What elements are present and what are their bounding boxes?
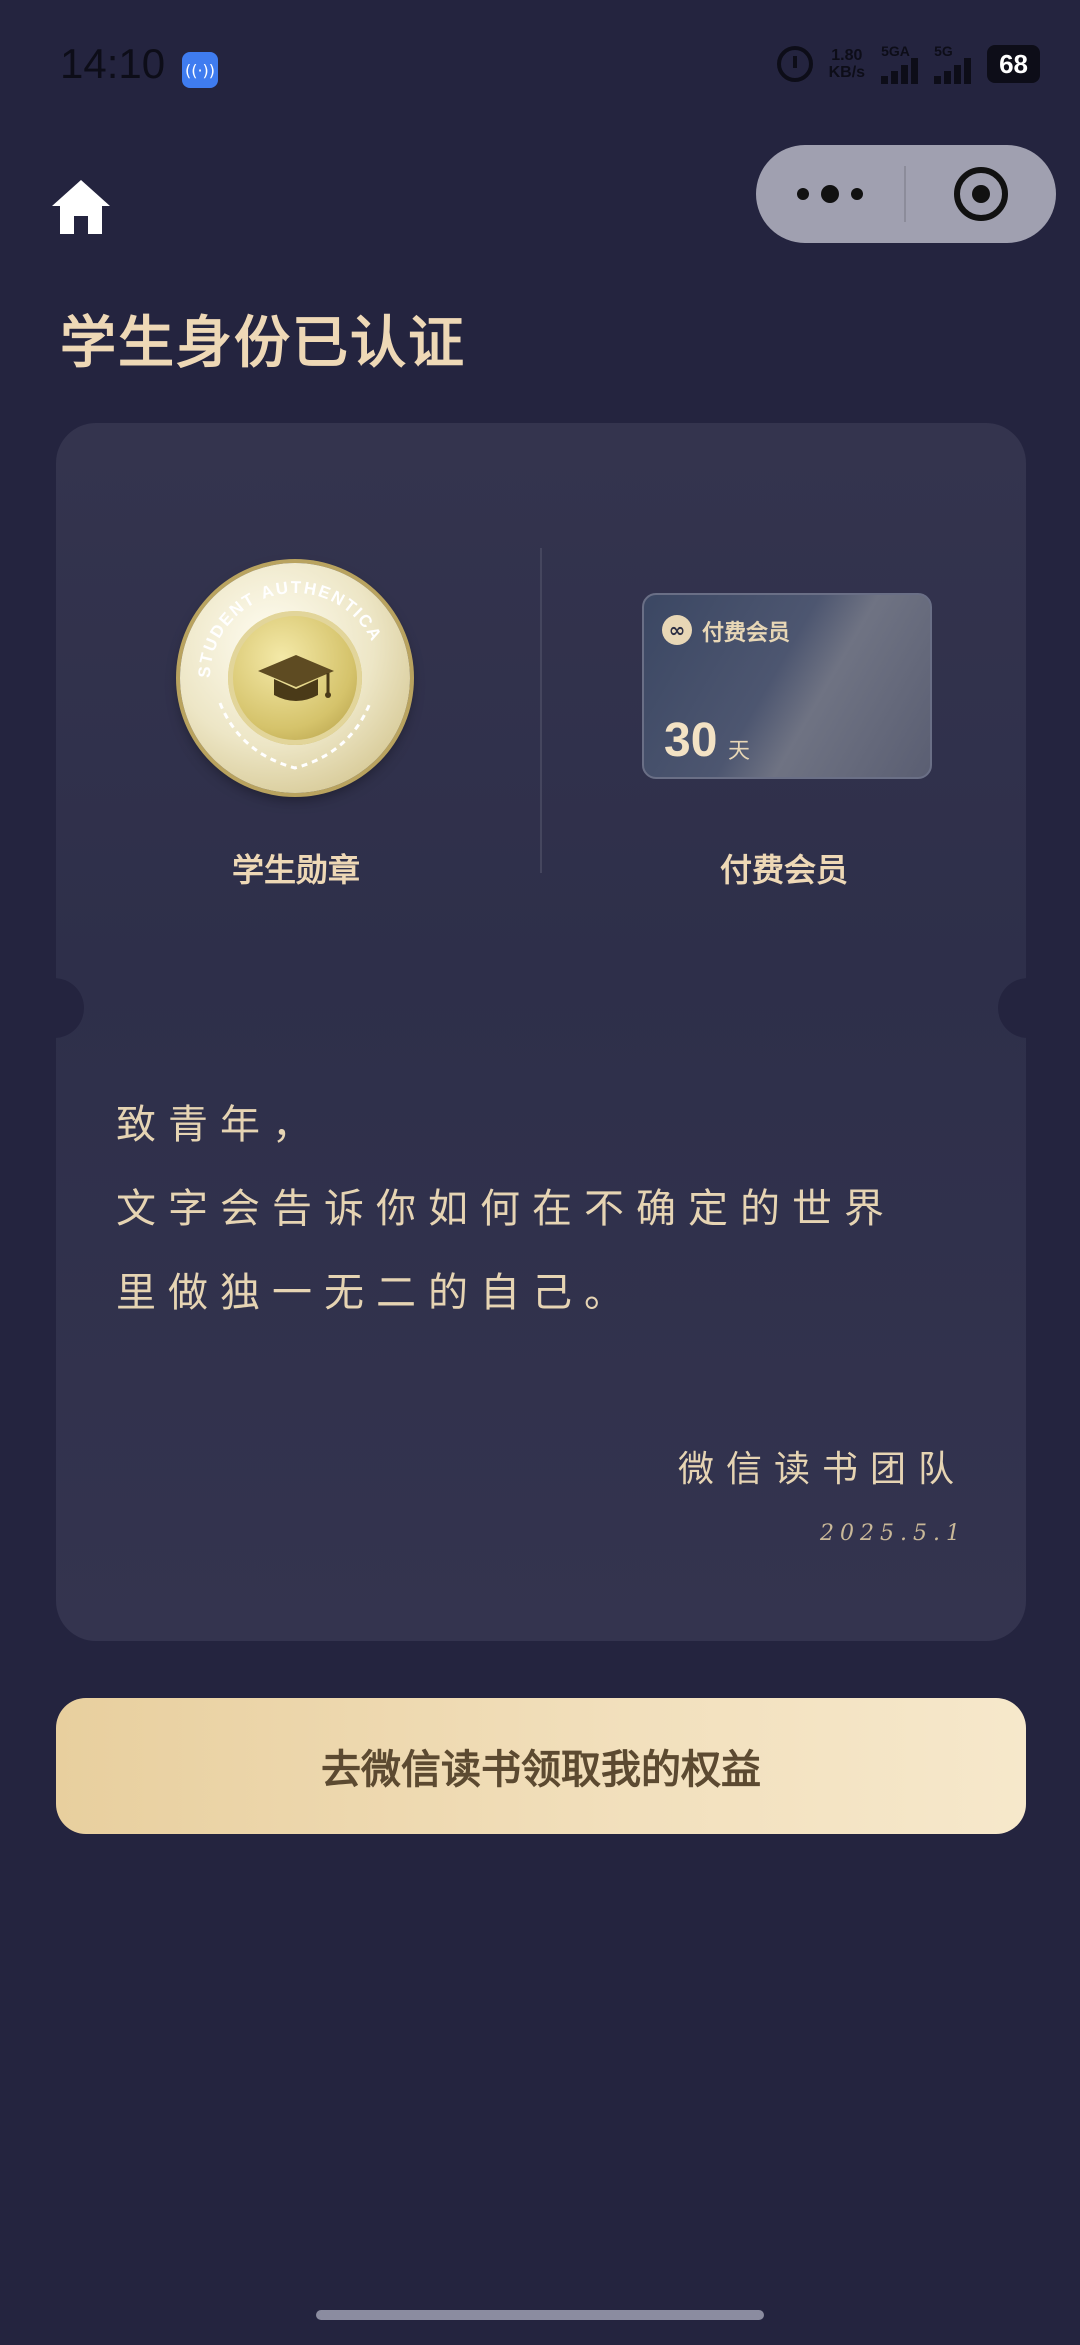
home-icon[interactable]	[48, 174, 114, 240]
signal-bars-icon	[934, 58, 972, 84]
mini-program-capsule	[756, 145, 1056, 243]
letter-date: 2025.5.1	[820, 1521, 966, 1546]
hotspot-icon: ((·))	[182, 52, 218, 88]
target-icon	[954, 167, 1008, 221]
status-bar: 14:10 ((·)) 1.80 KB/s 5GA 5G 68	[0, 0, 1080, 140]
infinity-icon: ∞	[662, 615, 692, 645]
page-title: 学生身份已认证	[60, 311, 466, 376]
more-dots-icon[interactable]	[756, 145, 904, 243]
signal-5ga: 5GA	[881, 44, 919, 84]
signal-bars-icon	[881, 58, 919, 84]
student-medal-label: 学生勋章	[231, 851, 360, 889]
certificate-card: STUDENT AUTHENTICA 学生勋章 ∞ 付费会员 30 天 付费会员…	[56, 423, 1026, 1641]
signal-5g: 5G	[934, 44, 972, 84]
student-medal: STUDENT AUTHENTICA	[180, 563, 410, 793]
divider	[540, 548, 542, 873]
graduation-cap-icon	[258, 655, 334, 701]
close-mini-program-button[interactable]	[906, 167, 1056, 221]
membership-card: ∞ 付费会员 30 天	[642, 593, 932, 779]
letter-body: 致青年， 文字会告诉你如何在不确定的世界 里做独一无二的自己。	[116, 1102, 896, 1316]
home-indicator	[316, 2310, 764, 2320]
membership-days: 30	[664, 714, 718, 767]
status-time: 14:10	[60, 40, 166, 87]
status-indicators: 1.80 KB/s 5GA 5G 68	[776, 44, 1040, 84]
battery-indicator: 68	[987, 45, 1040, 83]
membership-label: 付费会员	[719, 851, 848, 889]
letter-signature: 微信读书团队	[677, 1449, 966, 1490]
alarm-icon	[776, 46, 813, 82]
ticket-notch	[998, 978, 1026, 1038]
claim-benefits-button[interactable]: 去微信读书领取我的权益	[56, 1698, 1026, 1834]
ticket-notch	[56, 978, 84, 1038]
network-speed: 1.80 KB/s	[828, 47, 866, 81]
